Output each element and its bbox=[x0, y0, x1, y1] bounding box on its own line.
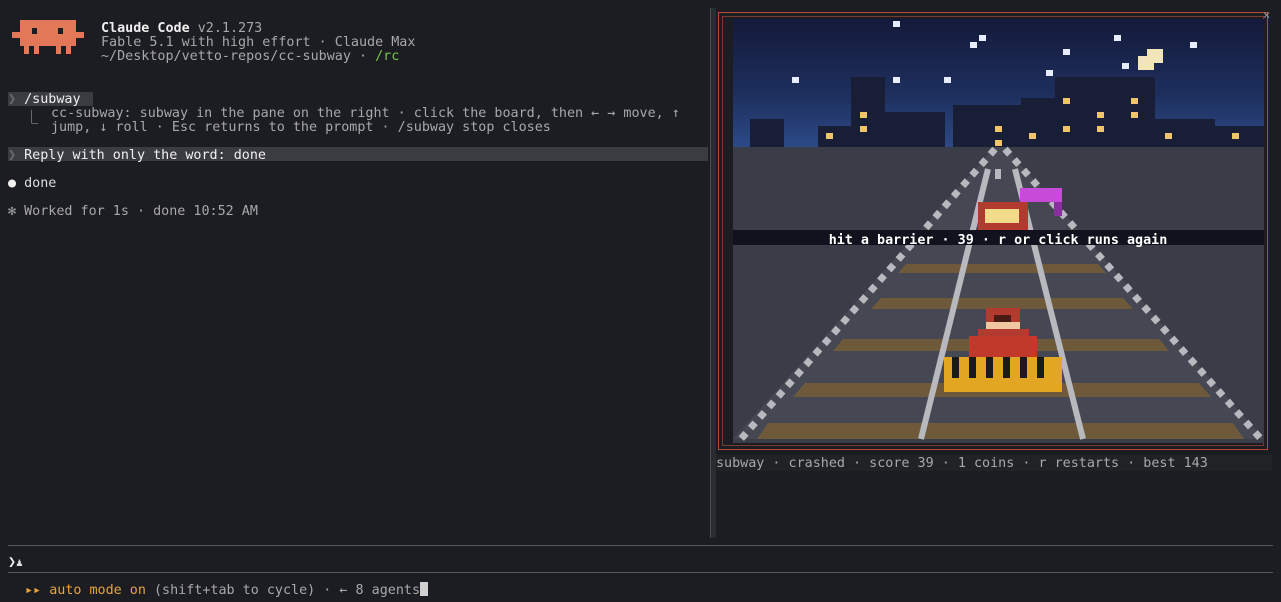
assistant-message: ● done bbox=[8, 176, 57, 191]
mode-arrows-icon: ▸▸ bbox=[25, 583, 42, 598]
app-version: v2.1.273 bbox=[197, 21, 263, 36]
text-cursor bbox=[420, 582, 429, 596]
mode-footer: ▸▸ auto mode on (shift+tab to cycle) · ←… bbox=[25, 582, 429, 598]
prompt-chevron-icon: ❯ bbox=[8, 555, 17, 570]
prompt-bottom-rule bbox=[8, 572, 1273, 573]
auto-mode-toggle[interactable]: auto mode on bbox=[49, 583, 146, 598]
crash-message: hit a barrier · 39 · r or click runs aga… bbox=[829, 232, 1168, 248]
command-line: ❯ /subway bbox=[8, 92, 81, 107]
rc-link[interactable]: /rc bbox=[375, 49, 399, 64]
subway-game-board[interactable]: hit a barrier · 39 · r or click runs aga… bbox=[733, 19, 1264, 443]
session-header: Claude Code v2.1.273 Fable 5.1 with high… bbox=[101, 21, 416, 64]
app-name: Claude Code bbox=[101, 21, 190, 36]
mode-hint: (shift+tab to cycle) · ← 8 agents bbox=[145, 583, 421, 598]
prompt-top-rule bbox=[8, 545, 1273, 546]
claude-crab-logo-icon bbox=[12, 20, 84, 54]
command-output-line-1: cc-subway: subway in the pane on the rig… bbox=[51, 106, 680, 121]
output-branch-icon: ⎿ bbox=[25, 111, 39, 126]
slash-command: /subway bbox=[24, 92, 81, 107]
person-icon: ♟ bbox=[16, 556, 23, 569]
working-directory: ~/Desktop/vetto-repos/cc-subway bbox=[101, 49, 351, 64]
asterisk-icon: ✻ bbox=[8, 204, 17, 219]
close-pane-icon[interactable]: × bbox=[1263, 8, 1270, 22]
command-output-line-2: jump, ↓ roll · Esc returns to the prompt… bbox=[51, 120, 551, 135]
bullet-icon: ● bbox=[8, 176, 17, 191]
far-barrier bbox=[978, 202, 1028, 232]
worked-status: ✻ Worked for 1s · done 10:52 AM bbox=[8, 204, 258, 219]
user-message: ❯ Reply with only the word: done bbox=[8, 148, 266, 163]
model-line: Fable 5.1 with high effort · Claude Max bbox=[101, 35, 416, 50]
game-status-line: subway · crashed · score 39 · 1 coins · … bbox=[716, 456, 1208, 471]
near-barrier bbox=[944, 357, 1062, 392]
prompt-input[interactable]: ❯♟ bbox=[8, 555, 23, 570]
